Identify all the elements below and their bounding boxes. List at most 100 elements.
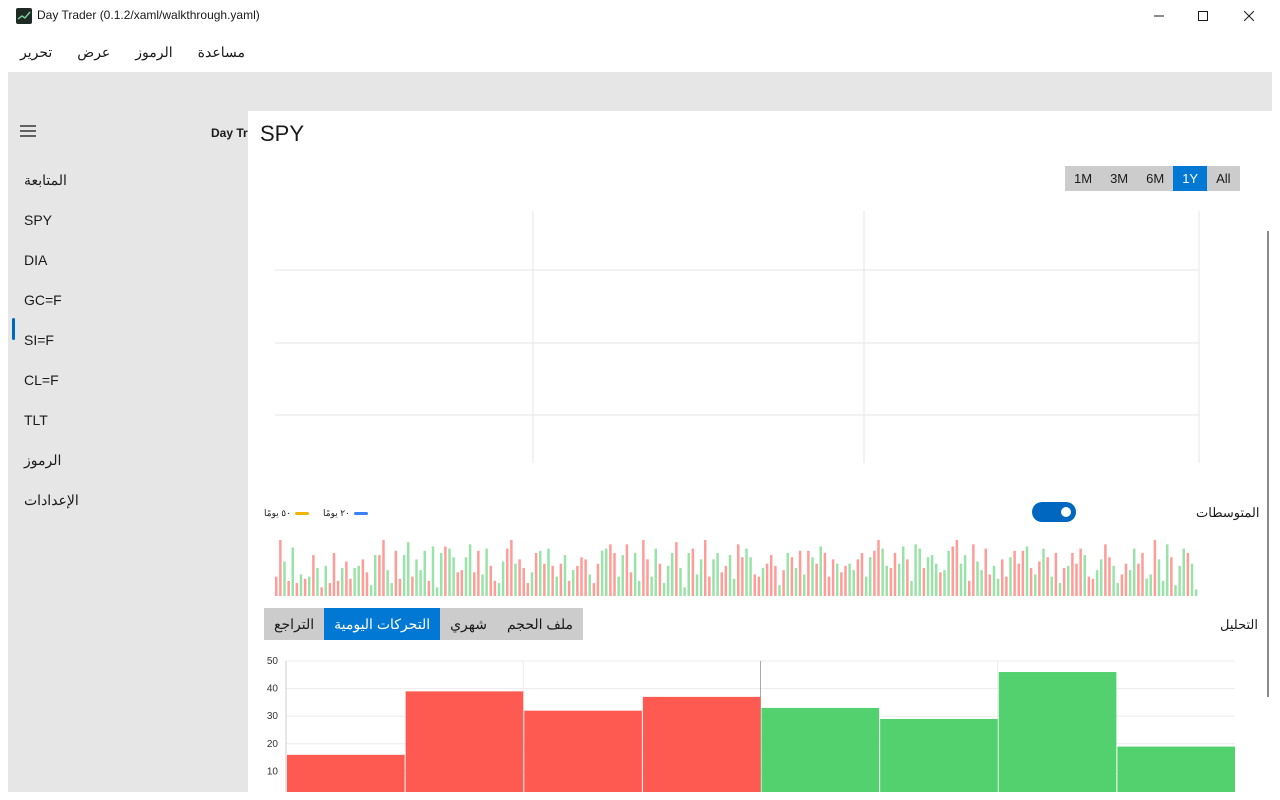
volume-bar	[506, 548, 509, 596]
volume-bar	[1190, 563, 1194, 596]
legend-item-50: ٥٠ يومًا	[264, 508, 309, 519]
volume-bar	[939, 572, 942, 596]
hamburger-icon	[20, 125, 36, 137]
volume-bar	[353, 568, 356, 596]
volume-bar	[906, 559, 909, 596]
nav-item-dia[interactable]: DIA	[24, 246, 47, 274]
legend-swatch	[294, 512, 309, 515]
daily-move-bar	[1117, 746, 1236, 792]
volume-bar	[831, 559, 835, 596]
volume-bar	[757, 576, 761, 596]
volume-bar	[435, 587, 439, 596]
volume-bar	[724, 565, 728, 596]
legend-swatch	[353, 512, 368, 515]
y-tick-label: 20	[267, 739, 279, 750]
volume-bar	[526, 583, 530, 596]
volume-bar	[423, 550, 426, 596]
volume-bar	[658, 563, 662, 596]
title-bar: Day Trader (0.1.2/xaml/walkthrough.yaml)	[0, 0, 1280, 32]
volume-bar	[1137, 563, 1140, 596]
volume-bar	[869, 557, 872, 596]
nav-item-gcf[interactable]: GC=F	[24, 286, 62, 314]
volume-bar	[605, 548, 608, 596]
volume-bar	[584, 559, 587, 596]
volume-bar	[275, 576, 278, 596]
volume-bar	[1112, 565, 1115, 596]
analysis-tabs: ملف الحجم شهري التحركات اليومية التراجع	[264, 608, 584, 640]
volume-bar	[910, 580, 913, 596]
volume-bar	[563, 555, 567, 596]
volume-bar	[1079, 548, 1082, 596]
volume-bar	[588, 574, 591, 596]
volume-bar	[1157, 559, 1161, 596]
range-1y-button[interactable]: 1Y	[1173, 166, 1208, 191]
menu-view[interactable]: عرض	[77, 44, 110, 61]
menu-help[interactable]: مساعدة	[198, 44, 245, 61]
volume-bar	[968, 580, 971, 596]
nav-item-settings[interactable]: الإعدادات	[24, 486, 79, 514]
nav-item-clf[interactable]: CL=F	[24, 366, 59, 394]
volume-bar	[295, 583, 299, 596]
volume-bar	[477, 550, 480, 596]
range-all-button[interactable]: All	[1207, 166, 1240, 191]
volume-bar	[1133, 548, 1136, 596]
volume-bar	[489, 565, 492, 596]
minimize-button[interactable]	[1136, 0, 1182, 32]
volume-bar	[823, 552, 827, 596]
volume-bar	[1001, 559, 1004, 596]
volume-bar	[992, 565, 996, 596]
volume-bar	[308, 576, 311, 596]
averages-toggle[interactable]	[1032, 502, 1076, 522]
volume-bar	[1058, 583, 1062, 596]
volume-bar	[1013, 550, 1016, 596]
volume-bar	[836, 563, 839, 596]
nav-item-tlt[interactable]: TLT	[24, 406, 48, 434]
nav-item-spy[interactable]: SPY	[24, 206, 52, 234]
menu-symbols[interactable]: الرموز	[135, 44, 172, 61]
volume-bar	[1100, 559, 1103, 596]
volume-bar	[782, 570, 785, 596]
range-6m-button[interactable]: 6M	[1137, 166, 1174, 191]
volume-bar	[341, 568, 344, 596]
tab-monthly[interactable]: شهري	[440, 608, 497, 640]
volume-bar	[774, 565, 777, 596]
volume-bar	[514, 563, 517, 596]
hamburger-menu-button[interactable]	[20, 124, 36, 137]
window-title: Day Trader (0.1.2/xaml/walkthrough.yaml)	[37, 8, 260, 22]
volume-bar	[1025, 546, 1029, 596]
volume-bar	[852, 570, 855, 596]
range-1m-button[interactable]: 1M	[1065, 166, 1102, 191]
nav-item-watchlist[interactable]: المتابعة	[24, 166, 67, 194]
volume-bar	[567, 580, 571, 596]
vertical-scrollbar[interactable]	[1267, 231, 1269, 697]
averages-label: المتوسطات	[1196, 505, 1260, 520]
volume-bar	[807, 550, 810, 596]
tab-drawdown[interactable]: التراجع	[264, 608, 325, 640]
volume-bar	[642, 540, 645, 596]
legend-label: ٥٠ يومًا	[264, 508, 291, 518]
volume-bar	[1050, 576, 1053, 596]
nav-item-symbols[interactable]: الرموز	[24, 446, 61, 474]
volume-bar	[431, 546, 435, 596]
maximize-button[interactable]	[1180, 0, 1226, 32]
volume-bar	[988, 574, 992, 596]
tab-daily-moves[interactable]: التحركات اليومية	[324, 608, 441, 640]
volume-bar	[1083, 555, 1086, 596]
nav-item-sif[interactable]: SI=F	[24, 326, 54, 354]
range-3m-button[interactable]: 3M	[1101, 166, 1138, 191]
volume-bar	[972, 544, 975, 596]
menu-edit[interactable]: تحرير	[20, 44, 52, 61]
volume-bar	[299, 574, 303, 596]
volume-bar	[336, 580, 340, 596]
volume-bar	[790, 557, 794, 596]
volume-bar	[1009, 557, 1012, 596]
volume-bar	[402, 555, 406, 596]
close-button[interactable]	[1226, 0, 1272, 32]
y-tick-label: 30	[267, 711, 279, 722]
volume-bar	[551, 565, 554, 596]
volume-bar	[369, 585, 373, 596]
volume-bar	[943, 570, 946, 596]
volume-bar	[1038, 561, 1041, 596]
tab-volume-profile[interactable]: ملف الحجم	[496, 608, 584, 640]
volume-bar	[547, 548, 550, 596]
